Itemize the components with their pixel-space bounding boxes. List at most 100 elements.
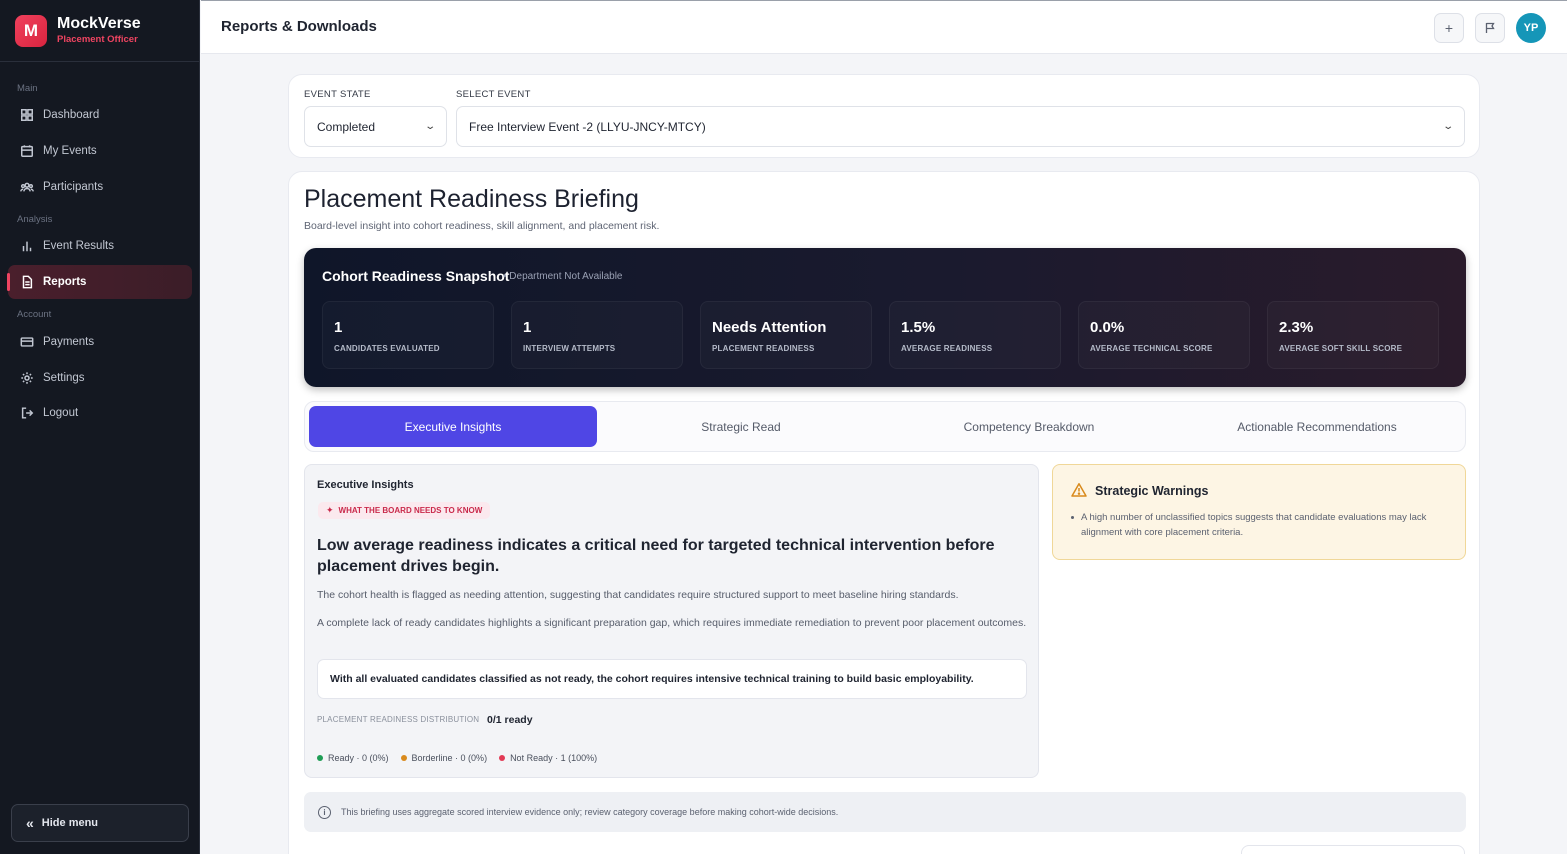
sidebar-item-logout[interactable]: Logout [8,396,192,430]
dot-icon [400,755,407,761]
tab-competency-breakdown[interactable]: Competency Breakdown [885,406,1173,447]
brand-role: Placement Officer [57,34,138,45]
event-state-value: Completed [317,119,376,134]
chevron-down-icon: ⌄ [1441,121,1454,132]
stat-placement-readiness: Needs Attention PLACEMENT READINESS [700,301,872,369]
section-account: Account [17,309,52,320]
card-icon [20,337,34,347]
event-state-select[interactable]: Completed ⌄ [304,106,447,147]
topbar: Reports & Downloads + YP [201,0,1567,54]
tab-actionable-recommendations[interactable]: Actionable Recommendations [1173,406,1461,447]
distribution-legend: Ready · 0 (0%) Borderline · 0 (0%) Not R… [317,753,609,763]
stat-value: 0.0% [1090,319,1125,336]
briefing-tabs: Executive Insights Strategic Read Compet… [304,401,1466,452]
legend-label: Borderline · 0 (0%) [411,753,488,763]
sidebar: M MockVerse Placement Officer Main Dashb… [0,0,200,854]
sparkle-icon: ✦ [326,505,334,515]
sidebar-item-event-results[interactable]: Event Results [8,229,192,263]
insights-paragraph: A complete lack of ready candidates high… [317,617,1027,629]
stat-label: AVERAGE READINESS [901,344,993,353]
sidebar-item-label: Dashboard [43,109,100,121]
tab-strategic-read[interactable]: Strategic Read [597,406,885,447]
sidebar-item-my-events[interactable]: My Events [8,134,192,168]
stat-value: Needs Attention [712,319,827,336]
snapshot-department: • Department Not Available [503,271,623,282]
users-icon [20,182,34,192]
legend-label: Ready · 0 (0%) [328,753,389,763]
plus-icon: + [1444,20,1454,36]
dot-icon [317,755,323,761]
insights-paragraph: The cohort health is flagged as needing … [317,589,959,601]
stat-value: 1 [334,319,343,336]
legend-borderline: Borderline · 0 (0%) [400,753,488,763]
insights-callout: With all evaluated candidates classified… [317,659,1027,699]
dot-icon [499,755,506,761]
sidebar-item-settings[interactable]: Settings [8,361,192,395]
sidebar-item-label: Participants [43,181,104,193]
section-analysis: Analysis [17,214,53,225]
partial-footer-box [1241,845,1465,854]
board-pill: ✦ WHAT THE BOARD NEEDS TO KNOW [318,502,491,519]
sidebar-item-label: Event Results [43,240,114,252]
sidebar-item-payments[interactable]: Payments [8,325,192,359]
strategic-warnings-panel: Strategic Warnings A high number of uncl… [1052,464,1466,560]
executive-insights-panel: Executive Insights ✦ WHAT THE BOARD NEED… [304,464,1039,778]
legend-not-ready: Not Ready · 1 (100%) [499,753,597,763]
flag-icon [1485,22,1495,33]
distribution-value: 0/1 ready [487,714,533,726]
grid-icon [21,109,33,121]
gear-icon [21,372,33,384]
sidebar-item-label: Reports [43,276,87,288]
chevrons-left-icon: « [26,815,34,831]
sidebar-item-reports[interactable]: Reports [7,265,192,299]
stat-label: PLACEMENT READINESS [712,344,815,353]
stat-label: INTERVIEW ATTEMPTS [523,344,616,353]
logout-icon [21,407,34,419]
cohort-snapshot: Cohort Readiness Snapshot • Department N… [304,248,1466,387]
warnings-heading: Strategic Warnings [1095,484,1209,498]
sidebar-item-label: Payments [43,336,95,348]
sidebar-item-participants[interactable]: Participants [8,170,192,204]
sidebar-item-label: Settings [43,372,85,384]
brand-logo: M [15,14,47,47]
hide-menu-button[interactable]: « Hide menu [11,804,189,842]
tab-executive-insights[interactable]: Executive Insights [309,406,597,447]
calendar-icon [21,145,33,157]
select-event-select[interactable]: Free Interview Event -2 (LLYU-JNCY-MTCY)… [456,106,1465,147]
stat-interview-attempts: 1 INTERVIEW ATTEMPTS [511,301,683,369]
sidebar-item-label: My Events [43,145,97,157]
bar-chart-icon [22,241,32,252]
stat-value: 2.3% [1279,319,1314,336]
sidebar-item-dashboard[interactable]: Dashboard [8,98,192,132]
warning-icon [1071,483,1087,497]
warning-item: A high number of unclassified topics sug… [1071,510,1451,540]
stat-average-readiness: 1.5% AVERAGE READINESS [889,301,1061,369]
document-icon [22,275,33,289]
stat-label: AVERAGE TECHNICAL SCORE [1090,344,1213,353]
briefing-card: Placement Readiness Briefing Board-level… [288,171,1480,854]
section-main: Main [17,83,38,94]
stat-average-technical-score: 0.0% AVERAGE TECHNICAL SCORE [1078,301,1250,369]
insights-heading: Executive Insights [317,479,414,491]
board-pill-label: WHAT THE BOARD NEEDS TO KNOW [338,506,483,515]
legend-ready: Ready · 0 (0%) [317,753,389,763]
distribution-label: PLACEMENT READINESS DISTRIBUTION [317,715,480,724]
brand-name: MockVerse [57,15,141,32]
event-state-label: EVENT STATE [304,89,371,100]
stat-average-soft-skill-score: 2.3% AVERAGE SOFT SKILL SCORE [1267,301,1439,369]
chevron-down-icon: ⌄ [423,121,436,132]
briefing-note: i This briefing uses aggregate scored in… [304,792,1466,832]
legend-label: Not Ready · 1 (100%) [510,753,598,763]
sidebar-item-label: Logout [43,407,79,419]
add-button[interactable]: + [1434,13,1464,43]
avatar[interactable]: YP [1516,13,1546,43]
stat-label: AVERAGE SOFT SKILL SCORE [1279,344,1403,353]
page-header-title: Reports & Downloads [221,18,377,35]
stat-value: 1 [523,319,532,336]
select-event-value: Free Interview Event -2 (LLYU-JNCY-MTCY) [469,119,706,134]
page-subtitle: Board-level insight into cohort readines… [304,220,660,232]
flag-button[interactable] [1475,13,1505,43]
event-filter-card: EVENT STATE Completed ⌄ SELECT EVENT Fre… [288,74,1480,158]
snapshot-title: Cohort Readiness Snapshot [322,268,510,284]
note-text: This briefing uses aggregate scored inte… [341,807,839,817]
